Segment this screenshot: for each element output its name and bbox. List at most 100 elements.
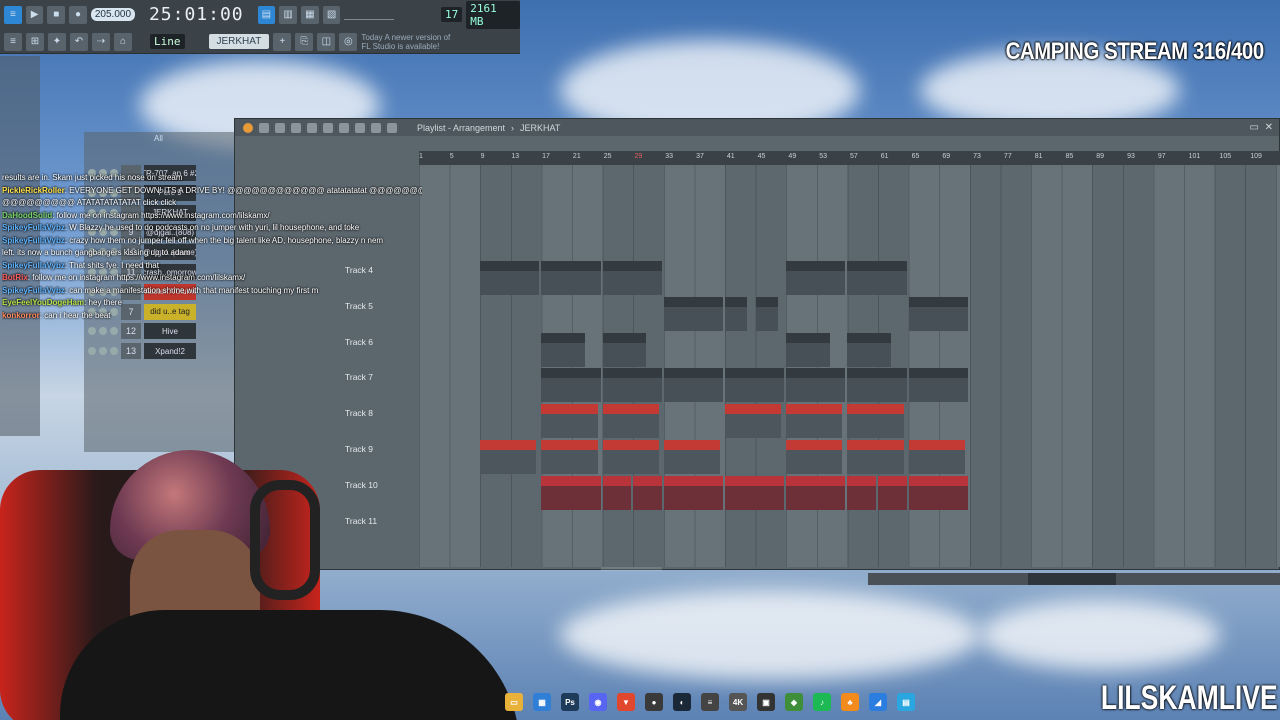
rack-filter[interactable]: All (154, 134, 163, 143)
pattern-clip[interactable]: TR-707 Clap 6 #2 (541, 261, 601, 295)
store-icon[interactable]: ▦ (533, 693, 551, 711)
select-tool-icon[interactable] (355, 122, 365, 133)
app-icon[interactable]: ≡ (701, 693, 719, 711)
pattern-song-toggle[interactable]: ≡ (4, 5, 22, 24)
chat-username[interactable]: SpikeyFullaVybz (2, 236, 65, 245)
add-pattern-button[interactable]: + (273, 32, 292, 51)
pattern-clip[interactable]: TR-707 Clap 6 (663, 296, 723, 331)
slip-tool-icon[interactable] (323, 122, 333, 133)
pattern-clip[interactable]: JERKHAT (847, 404, 904, 439)
pattern-clip[interactable]: crash..omorrow (541, 440, 598, 474)
channel-name-button[interactable]: Xpand!2 (144, 343, 196, 360)
blue-app-icon[interactable]: ◢ (869, 693, 887, 711)
pattern-clip[interactable]: @ @..) @..) (786, 475, 846, 510)
cpu-graph-button[interactable]: ◫ (317, 32, 336, 51)
brave-icon[interactable]: ▼ (617, 693, 635, 711)
close-icon[interactable]: ✕ (1265, 122, 1273, 133)
chat-username[interactable]: BotRix (2, 273, 28, 282)
pattern-clip[interactable]: @ @..) @..) @..) (541, 475, 601, 510)
play-button[interactable]: ▶ (25, 5, 44, 24)
pattern-clip[interactable]: crash..omorrow (847, 440, 904, 474)
pattern-clip[interactable]: @djgala..(snare) (541, 368, 601, 403)
channel-knob-icon[interactable] (88, 347, 96, 356)
chat-username[interactable]: SpikeyFullaVybz (2, 261, 65, 270)
pattern-clip[interactable]: JERKHAT (786, 404, 843, 439)
pattern-clip[interactable]: crash..omorrow (663, 440, 720, 474)
photoshop-icon[interactable]: Ps (561, 693, 579, 711)
news-panel[interactable]: Today A newer version of FL Studio is av… (361, 33, 450, 51)
tools-icon[interactable]: ✦ (48, 32, 66, 51)
chat-username[interactable]: SpikeyFullaVybz (2, 223, 65, 232)
chat-username[interactable]: konkorror (2, 311, 40, 320)
pattern-clip[interactable]: Perc 9 (541, 332, 586, 367)
pattern-clip[interactable]: @..) (878, 475, 907, 510)
track-label[interactable]: Track 6 (345, 337, 415, 347)
channel-knob-icon[interactable] (99, 327, 107, 336)
spotify-icon[interactable]: ♪ (813, 693, 831, 711)
pattern-clip[interactable]: @d..) (847, 475, 876, 510)
chat-username[interactable]: DaHoodSolid (2, 211, 52, 220)
channel-mixer-track[interactable]: 13 (121, 343, 141, 360)
notepad-icon[interactable]: ▤ (897, 693, 915, 711)
channel-rack-view-button[interactable]: ▦ (300, 5, 319, 24)
mixer-view-button[interactable]: ▧ (322, 5, 341, 24)
snap-icon[interactable]: ⊞ (26, 32, 44, 51)
channel-knob-icon[interactable] (99, 347, 107, 356)
chat-username[interactable]: SpikeyFullaVybz (2, 286, 65, 295)
pattern-clip[interactable]: @d..) @d..) (663, 475, 723, 510)
pattern-clip[interactable]: @ @..) @..) (725, 475, 785, 510)
chat-username[interactable]: PickleRickRoller (2, 186, 65, 195)
file-explorer-icon[interactable]: ▭ (505, 693, 523, 711)
steam-icon[interactable]: ◐ (673, 693, 691, 711)
snap-select[interactable]: Line (150, 34, 185, 49)
channel-row[interactable]: 12 Hive (88, 322, 196, 340)
pattern-clip[interactable]: TR-707 Clap 6 #2 (786, 261, 846, 295)
pattern-clip[interactable]: TR-707..ap 6 #2 (480, 261, 540, 295)
step-icon[interactable]: ⇢ (92, 32, 110, 51)
pattern-clip[interactable]: T..6 (725, 296, 748, 331)
channel-row[interactable]: 13 Xpand!2 (88, 342, 196, 360)
browser-button[interactable]: ◎ (339, 32, 358, 51)
pattern-clip[interactable]: @djgala..(snare) (786, 368, 846, 403)
pattern-clip[interactable]: @djgala..(snare) (847, 368, 907, 403)
tempo-display[interactable]: 205.000 (90, 8, 136, 21)
pattern-clip[interactable]: TR-707 Clap 6 (908, 296, 968, 331)
pattern-clip[interactable]: TR-707 Clap 6 #2 (847, 261, 907, 295)
pattern-selector[interactable]: JERKHAT (208, 34, 270, 49)
pattern-clip[interactable]: @..) (633, 475, 662, 510)
timeline-ruler[interactable]: 1 5 9 13 17 21 25 29 33 37 41 45 49 53 57 61 65 69 73 77 81 8… (419, 151, 1280, 165)
terminal-icon[interactable]: ▣ (757, 693, 775, 711)
undo-icon[interactable]: ↶ (70, 32, 88, 51)
pattern-clip[interactable]: @djgala..(snare) (602, 368, 662, 403)
magnet-icon[interactable] (243, 122, 253, 133)
pattern-clip[interactable]: TR-707 Clap 6 #2 (602, 261, 662, 295)
pattern-clip[interactable]: @djgala..(snare) (908, 368, 968, 403)
track-label[interactable]: Track 7 (345, 372, 415, 382)
paint-tool-icon[interactable] (275, 122, 285, 133)
channel-mixer-track[interactable]: 12 (121, 323, 141, 340)
fl-studio-icon[interactable]: ♣ (841, 693, 859, 711)
record-button[interactable]: ● (69, 5, 87, 24)
pattern-clip[interactable]: Perc 9 (847, 332, 892, 367)
stop-button[interactable]: ■ (47, 5, 66, 24)
4k-icon[interactable]: 4K (729, 693, 747, 711)
pattern-clip[interactable]: Perc 9 (602, 332, 647, 367)
track-label[interactable]: Track 8 (345, 408, 415, 418)
zoom-tool-icon[interactable] (371, 122, 381, 133)
pattern-clip[interactable]: Perc 9 (786, 332, 831, 367)
maximize-icon[interactable]: ▭ (1250, 122, 1259, 133)
pattern-clip[interactable]: crash..omorrow (908, 440, 965, 474)
metronome-icon[interactable]: ⌂ (114, 32, 132, 51)
pattern-clip[interactable]: JERKHAT (602, 404, 659, 439)
delete-tool-icon[interactable] (291, 122, 301, 133)
pattern-clip[interactable]: @djgala..(snare) (725, 368, 785, 403)
scroll-thumb[interactable] (1028, 573, 1116, 585)
channel-knob-icon[interactable] (110, 327, 118, 336)
pattern-clip[interactable]: crash..omorrow (786, 440, 843, 474)
channel-knob-icon[interactable] (110, 347, 118, 356)
pattern-clip[interactable]: crash..omorrow (602, 440, 659, 474)
playlist-view-button[interactable]: ▤ (257, 5, 276, 24)
pattern-clip[interactable]: JERKHAT (725, 404, 782, 439)
channel-knob-icon[interactable] (88, 327, 96, 336)
pattern-clip[interactable]: T..6 (755, 296, 779, 331)
